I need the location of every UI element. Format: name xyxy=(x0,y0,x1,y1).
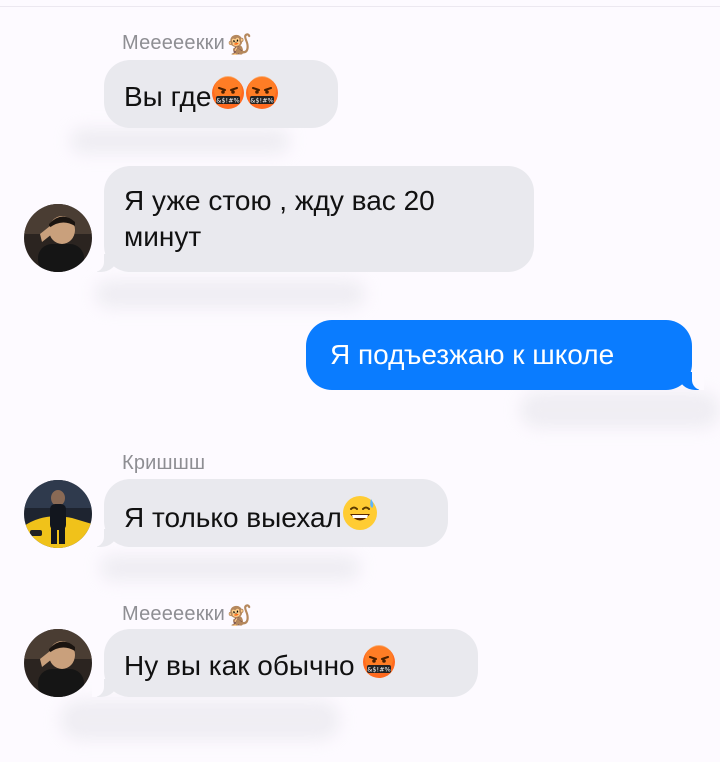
message-text: Я только выехал xyxy=(124,502,342,533)
sender-name: Мееееекки 🐒 xyxy=(122,32,252,57)
message-text: Я подъезжаю к школе xyxy=(330,339,615,370)
sender-name-text: Мееееекки xyxy=(122,603,225,625)
sender-name-text: Кришшш xyxy=(122,452,206,474)
sender-name-text: Мееееекки xyxy=(122,32,225,54)
svg-text:&$!#%: &$!#% xyxy=(217,97,240,105)
monkey-icon: 🐒 xyxy=(226,34,253,56)
avatar-meeekki[interactable] xyxy=(24,204,92,272)
outgoing-message-bubble[interactable]: Я подъезжаю к школе xyxy=(306,320,704,390)
message-text-line: минут xyxy=(124,221,202,252)
avatar-krish[interactable] xyxy=(24,480,92,548)
message-bubble[interactable]: Я только выехал xyxy=(92,479,448,547)
message-bubble[interactable]: Я уже стою , жду вас 20 минут xyxy=(92,166,534,272)
top-divider xyxy=(0,6,720,7)
svg-text:&$!#%: &$!#% xyxy=(251,97,274,105)
message-bubble[interactable]: Вы где &$!#% &$!#% xyxy=(104,60,338,128)
message-text-line: Я уже стою , жду вас 20 xyxy=(124,185,435,216)
message-text: Ну вы как обычно xyxy=(124,650,355,681)
angry-symbols-emoji: &$!#% xyxy=(362,645,396,688)
background-smudge xyxy=(70,128,290,154)
message-bubble[interactable]: Ну вы как обычно &$!#% xyxy=(92,629,478,697)
background-smudge xyxy=(520,392,720,428)
monkey-icon: 🐒 xyxy=(226,605,253,627)
background-smudge xyxy=(60,700,340,740)
sender-name: Мееееекки 🐒 xyxy=(122,603,252,628)
sweat-smile-emoji xyxy=(342,495,378,540)
sender-name: Кришшш xyxy=(122,452,205,475)
background-smudge xyxy=(100,555,360,581)
avatar-meeekki[interactable] xyxy=(24,629,92,697)
angry-symbols-emoji: &$!#% xyxy=(211,76,245,119)
angry-symbols-emoji: &$!#% xyxy=(245,76,279,119)
svg-text:&$!#%: &$!#% xyxy=(368,666,391,674)
background-smudge xyxy=(95,280,365,308)
message-text: Вы где xyxy=(124,81,212,112)
